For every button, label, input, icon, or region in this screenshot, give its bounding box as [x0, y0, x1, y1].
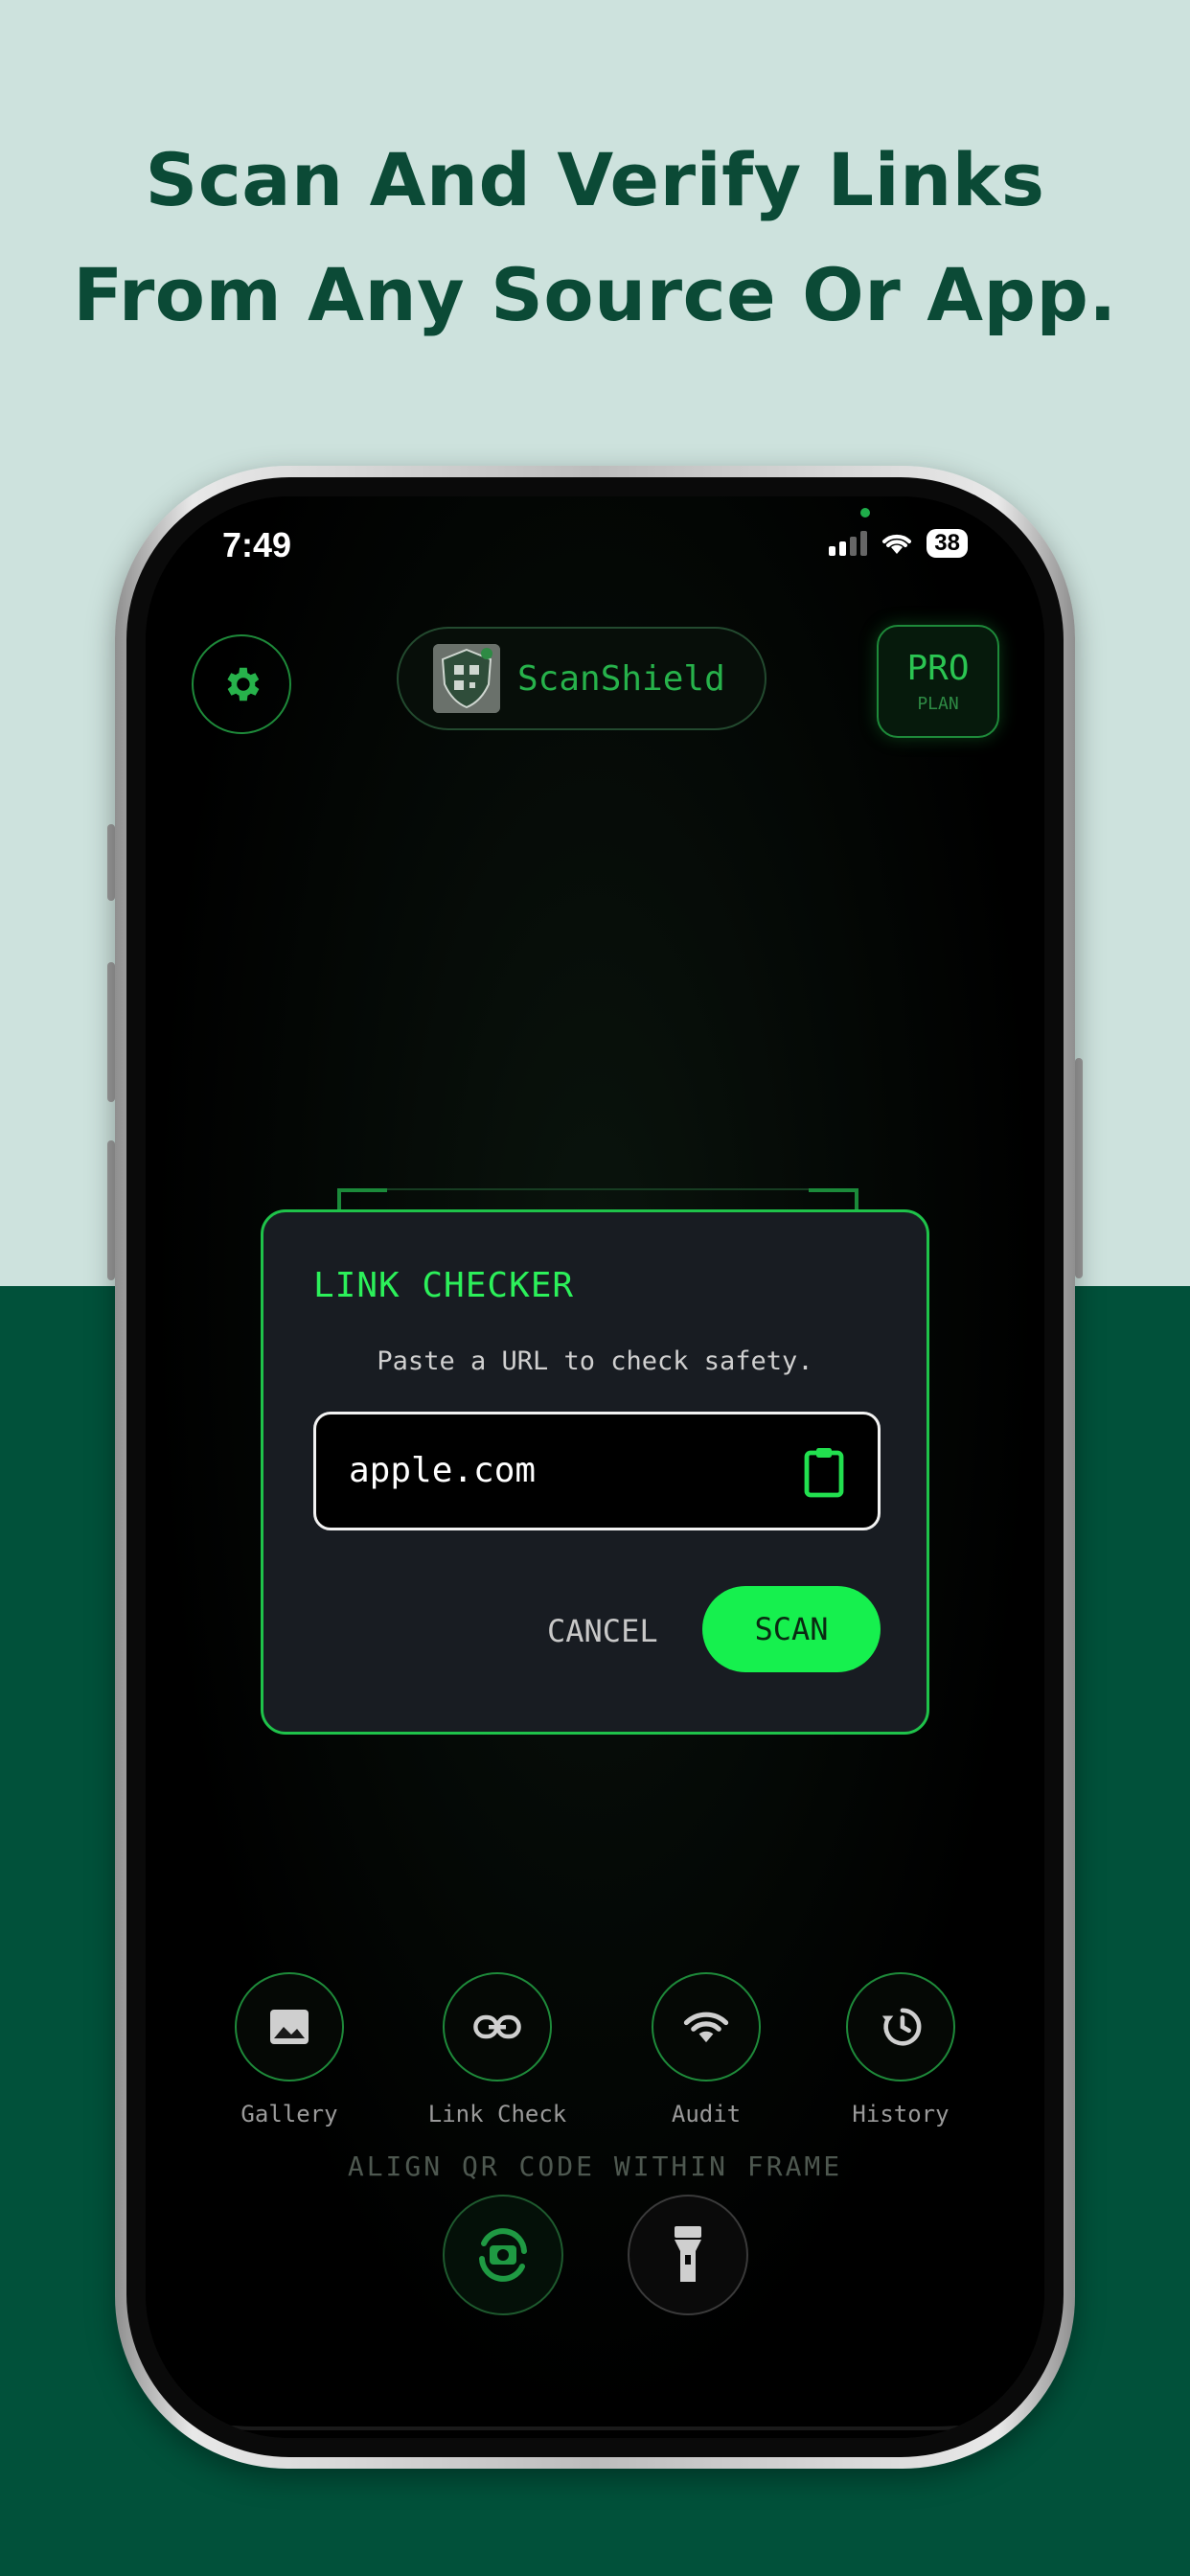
tool-gallery[interactable]: Gallery	[222, 1972, 356, 2128]
dialog-subtitle: Paste a URL to check safety.	[377, 1346, 813, 1376]
headline-line-2: From Any Source Or App.	[73, 252, 1117, 337]
volume-down-button	[107, 1140, 115, 1280]
link-icon	[473, 2014, 521, 2039]
clipboard-icon	[804, 1448, 844, 1498]
mute-switch	[107, 824, 115, 901]
power-button	[1075, 1058, 1083, 1278]
tool-audit[interactable]: Audit	[639, 1972, 773, 2128]
volume-up-button	[107, 962, 115, 1102]
audit-button[interactable]	[652, 1972, 761, 2082]
url-input[interactable]: apple.com	[313, 1412, 881, 1530]
app-brand: ScanShield	[397, 627, 767, 730]
tool-label: Link Check	[427, 2101, 567, 2128]
tool-history[interactable]: History	[834, 1972, 968, 2128]
scan-frame-top-edge	[374, 1188, 828, 1190]
dialog-title: LINK CHECKER	[313, 1266, 575, 1305]
wifi-status-icon	[882, 534, 912, 554]
tool-label: Audit	[671, 2101, 742, 2128]
phone-bottom-edge	[146, 2323, 1044, 2430]
pro-plan-button[interactable]: PRO PLAN	[877, 625, 999, 738]
flashlight-button[interactable]	[628, 2195, 748, 2315]
headline-line-1: Scan And Verify Links	[145, 137, 1045, 222]
scan-frame-corner-left	[337, 1188, 387, 1211]
link-checker-dialog: LINK CHECKER Paste a URL to check safety…	[261, 1209, 929, 1735]
wifi-icon	[683, 2012, 729, 2043]
scan-frame-corner-right	[809, 1188, 858, 1211]
signal-icon	[829, 531, 868, 556]
settings-button[interactable]	[192, 634, 291, 734]
history-button[interactable]	[846, 1972, 955, 2082]
image-icon	[270, 2010, 309, 2044]
camera-indicator	[860, 508, 870, 518]
phone-screen: 7:49 38 ScanShield PRO PLAN LINK CHECKER…	[146, 496, 1044, 2438]
tool-link-check[interactable]: Link Check	[427, 1972, 567, 2128]
cancel-button[interactable]: CANCEL	[547, 1613, 658, 1649]
url-input-value: apple.com	[349, 1451, 537, 1490]
switch-camera-button[interactable]	[443, 2195, 563, 2315]
camera-rotate-icon	[479, 2228, 527, 2282]
app-name: ScanShield	[517, 658, 725, 699]
link-check-button[interactable]	[443, 1972, 552, 2082]
tool-label: Gallery	[240, 2101, 338, 2128]
headline: Scan And Verify Links From Any Source Or…	[0, 123, 1190, 353]
scan-button[interactable]: SCAN	[702, 1586, 881, 1672]
flashlight-icon	[675, 2226, 701, 2282]
history-icon	[881, 2008, 922, 2046]
status-time: 7:49	[222, 525, 292, 564]
align-hint: ALIGN QR CODE WITHIN FRAME	[347, 2150, 843, 2182]
tool-label: History	[852, 2101, 950, 2128]
gallery-button[interactable]	[235, 1972, 344, 2082]
shield-logo-icon	[433, 644, 500, 713]
battery-icon: 38	[927, 529, 968, 558]
gear-icon	[227, 667, 260, 702]
pro-sub-label: PLAN	[917, 693, 959, 714]
paste-button[interactable]	[795, 1443, 853, 1501]
status-icons: 38	[829, 529, 968, 558]
pro-label: PRO	[906, 648, 970, 688]
